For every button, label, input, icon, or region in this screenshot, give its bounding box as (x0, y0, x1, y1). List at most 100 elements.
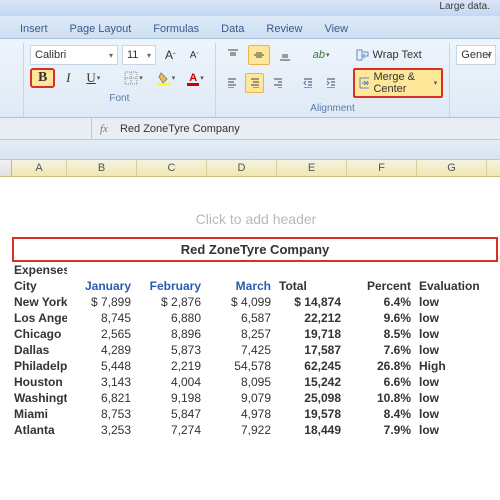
cell[interactable]: 4,289 (67, 342, 137, 358)
select-all-corner[interactable] (0, 160, 12, 176)
cell[interactable]: Miami (12, 406, 67, 422)
cell[interactable]: 19,578 (277, 406, 347, 422)
decrease-indent-icon[interactable] (298, 73, 317, 93)
cell[interactable]: 8,745 (67, 310, 137, 326)
cell[interactable]: 9.6% (347, 310, 417, 326)
cell[interactable]: 26.8% (347, 358, 417, 374)
cell[interactable]: 3,143 (67, 374, 137, 390)
col-f[interactable]: F (347, 160, 417, 176)
cell[interactable]: 7,274 (137, 422, 207, 438)
cell[interactable]: $ 7,899 (67, 294, 137, 310)
cell[interactable]: 9,198 (137, 390, 207, 406)
cell[interactable]: $ 2,876 (137, 294, 207, 310)
table-row[interactable]: Houston3,1434,0048,09515,2426.6%low (12, 374, 498, 390)
col-a[interactable]: A (12, 160, 67, 176)
underline-button[interactable]: U▾ (81, 68, 105, 88)
hdr-percent[interactable]: Percent (347, 278, 417, 294)
wrap-text-button[interactable]: Wrap Text (351, 45, 427, 65)
col-d[interactable]: D (207, 160, 277, 176)
cell[interactable]: Houston (12, 374, 67, 390)
font-name-select[interactable]: Calibri (30, 45, 118, 65)
cell[interactable]: 6,880 (137, 310, 207, 326)
decrease-font-icon[interactable]: Aˇ (185, 45, 204, 65)
fill-color-button[interactable]: ▾ (152, 68, 181, 88)
cell[interactable]: low (417, 326, 487, 342)
align-right-icon[interactable] (268, 73, 287, 93)
increase-font-icon[interactable]: Aˆ (160, 45, 181, 65)
cell[interactable]: 22,212 (277, 310, 347, 326)
orientation-icon[interactable]: ab▾ (308, 45, 335, 65)
cell[interactable]: 7,425 (207, 342, 277, 358)
font-color-button[interactable]: A▾ (184, 68, 208, 88)
borders-button[interactable]: ▾ (119, 68, 148, 88)
align-left-icon[interactable] (222, 73, 241, 93)
cell[interactable]: 6.4% (347, 294, 417, 310)
tab-page-layout[interactable]: Page Layout (68, 20, 134, 38)
tab-data[interactable]: Data (219, 20, 246, 38)
align-middle-icon[interactable] (248, 45, 270, 65)
page-header-placeholder[interactable]: Click to add header (12, 177, 500, 237)
hdr-jan[interactable]: January (67, 278, 137, 294)
cell[interactable]: 6,587 (207, 310, 277, 326)
font-size-select[interactable]: 11 (122, 45, 156, 65)
cell[interactable]: low (417, 310, 487, 326)
cell[interactable]: 7.6% (347, 342, 417, 358)
cell[interactable]: 3,253 (67, 422, 137, 438)
cell[interactable]: low (417, 422, 487, 438)
col-g[interactable]: G (417, 160, 487, 176)
cell[interactable]: 4,004 (137, 374, 207, 390)
hdr-feb[interactable]: February (137, 278, 207, 294)
cell[interactable]: Los Angele (12, 310, 67, 326)
title-cell[interactable]: Red ZoneTyre Company (12, 237, 498, 262)
cell[interactable]: Philadelph (12, 358, 67, 374)
cell[interactable]: 2,219 (137, 358, 207, 374)
tab-view[interactable]: View (322, 20, 350, 38)
table-row[interactable]: New York ($ 7,899$ 2,876$ 4,099$ 14,8746… (12, 294, 498, 310)
table-row[interactable]: Chicago2,5658,8968,25719,7188.5%low (12, 326, 498, 342)
cell[interactable]: low (417, 406, 487, 422)
hdr-mar[interactable]: March (207, 278, 277, 294)
cell[interactable]: $ 4,099 (207, 294, 277, 310)
cell[interactable]: 5,847 (137, 406, 207, 422)
cell[interactable]: 6,821 (67, 390, 137, 406)
cell[interactable]: 9,079 (207, 390, 277, 406)
cell[interactable]: low (417, 294, 487, 310)
cell[interactable]: 7.9% (347, 422, 417, 438)
cell[interactable]: 8.5% (347, 326, 417, 342)
tab-insert[interactable]: Insert (18, 20, 50, 38)
cell[interactable]: Dallas (12, 342, 67, 358)
merge-center-button[interactable]: Merge & Center ▾ (353, 68, 443, 98)
cell[interactable]: 18,449 (277, 422, 347, 438)
table-row[interactable]: Dallas4,2895,8737,42517,5877.6%low (12, 342, 498, 358)
bold-button[interactable]: B (30, 68, 55, 88)
number-format-select[interactable]: Gener (456, 45, 496, 65)
cell[interactable]: 2,565 (67, 326, 137, 342)
cell[interactable]: low (417, 342, 487, 358)
cell[interactable]: 6.6% (347, 374, 417, 390)
cell[interactable]: Washingto (12, 390, 67, 406)
cell[interactable]: 62,245 (277, 358, 347, 374)
cell[interactable]: 8.4% (347, 406, 417, 422)
cell[interactable]: Atlanta (12, 422, 67, 438)
cell[interactable]: 19,718 (277, 326, 347, 342)
cell[interactable]: 8,753 (67, 406, 137, 422)
cell[interactable]: 25,098 (277, 390, 347, 406)
cell[interactable]: Chicago (12, 326, 67, 342)
cell[interactable]: 8,257 (207, 326, 277, 342)
hdr-eval[interactable]: Evaluation (417, 278, 487, 294)
table-row[interactable]: Los Angele8,7456,8806,58722,2129.6%low (12, 310, 498, 326)
col-b[interactable]: B (67, 160, 137, 176)
cell[interactable]: 17,587 (277, 342, 347, 358)
increase-indent-icon[interactable] (321, 73, 340, 93)
col-c[interactable]: C (137, 160, 207, 176)
cell[interactable]: 5,873 (137, 342, 207, 358)
align-center-icon[interactable] (245, 73, 264, 93)
align-bottom-icon[interactable] (274, 45, 296, 65)
table-row[interactable]: Washingto6,8219,1989,07925,09810.8%low (12, 390, 498, 406)
align-top-icon[interactable] (222, 45, 244, 65)
formula-value[interactable]: Red ZoneTyre Company (116, 123, 240, 135)
cell[interactable]: 7,922 (207, 422, 277, 438)
section-label[interactable]: Expenses (12, 262, 67, 278)
cell[interactable]: low (417, 374, 487, 390)
col-e[interactable]: E (277, 160, 347, 176)
